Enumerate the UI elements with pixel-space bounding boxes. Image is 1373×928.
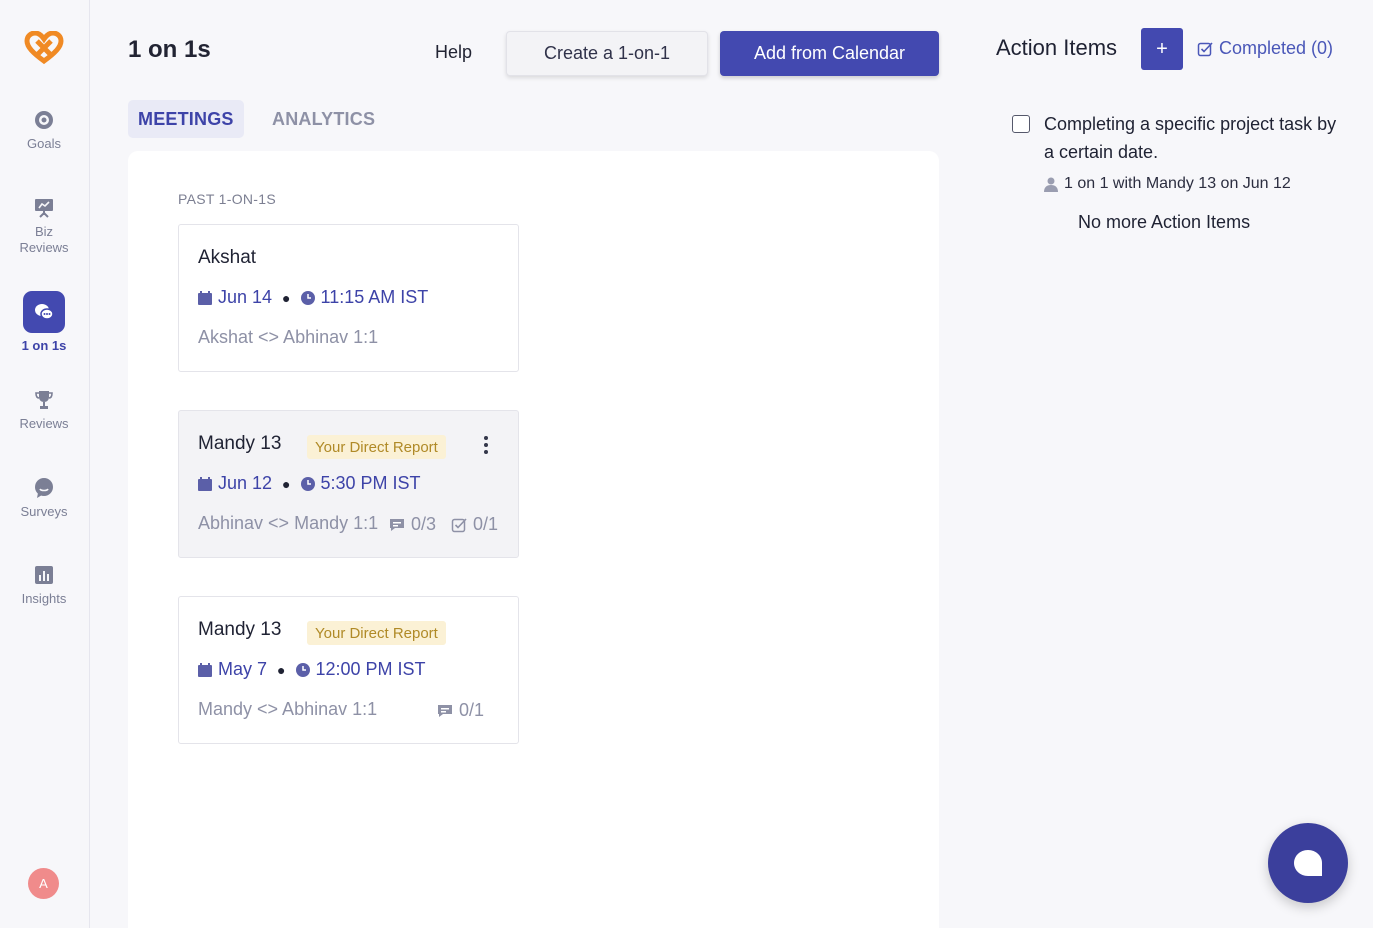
meeting-description: Abhinav <> Mandy 1:1 [198, 513, 379, 533]
tab-meetings[interactable]: MEETINGS [128, 100, 244, 138]
sidebar-item-insights[interactable]: Insights [0, 563, 88, 607]
meeting-date: Jun 14 [218, 287, 273, 307]
meeting-card[interactable]: Mandy 13 Your Direct Report Jun 12 ● 5:3… [178, 410, 519, 558]
action-items-count: 0/1 [451, 514, 498, 535]
sidebar-item-label: Insights [21, 591, 67, 606]
meeting-description: Mandy <> Abhinav 1:1 [198, 699, 378, 719]
clock-icon [300, 476, 315, 491]
meeting-date: Jun 12 [218, 473, 273, 493]
meeting-datetime: Jun 14 ● 11:15 AM IST [198, 287, 428, 308]
meeting-time: 12:00 PM IST [315, 659, 426, 679]
action-item-checkbox[interactable] [1012, 115, 1030, 133]
chat-bubbles-icon [35, 304, 54, 320]
talking-points-count: 0/3 [389, 514, 436, 535]
help-link[interactable]: Help [435, 42, 472, 63]
direct-report-badge: Your Direct Report [307, 621, 446, 645]
active-nav-background [23, 291, 65, 333]
meeting-description: Akshat <> Abhinav 1:1 [198, 327, 379, 347]
clock-icon [295, 662, 310, 677]
action-item-meta: 1 on 1 with Mandy 13 on Jun 12 [1043, 175, 1291, 193]
comment-icon [438, 704, 452, 717]
checkbox-checked-icon [451, 517, 467, 532]
calendar-icon [198, 662, 212, 677]
meeting-datetime: Jun 12 ● 5:30 PM IST [198, 473, 421, 494]
meeting-date: May 7 [218, 659, 268, 679]
meeting-name: Akshat [198, 247, 257, 268]
sidebar-item-reviews[interactable]: Reviews [0, 388, 88, 432]
meeting-time: 5:30 PM IST [320, 473, 421, 493]
meeting-name: Mandy 13 [198, 433, 282, 454]
separator-dot: ● [277, 661, 286, 678]
sidebar-item-1-on-1s[interactable]: 1 on 1s [0, 291, 88, 354]
separator-dot: ● [282, 289, 291, 306]
sidebar: Goals Biz Reviews 1 on 1s Reviews Survey… [0, 0, 90, 928]
support-chat-button[interactable] [1268, 823, 1348, 903]
add-from-calendar-button[interactable]: Add from Calendar [720, 31, 939, 76]
talking-points-count: 0/1 [437, 700, 484, 721]
more-options-icon[interactable] [476, 433, 496, 457]
target-icon [35, 111, 53, 129]
meetings-panel: PAST 1-ON-1S Akshat Jun 14 ● 11:15 AM IS… [128, 151, 939, 928]
completed-action-items-link[interactable]: Completed (0) [1197, 38, 1333, 59]
separator-dot: ● [282, 475, 291, 492]
clock-icon [300, 290, 315, 305]
create-one-on-one-button[interactable]: Create a 1-on-1 [506, 31, 708, 76]
survey-bubble-icon [35, 478, 53, 498]
app-logo-icon[interactable] [23, 30, 65, 67]
sidebar-item-label: Surveys [20, 504, 68, 519]
meeting-card[interactable]: Mandy 13 Your Direct Report May 7 ● 12:0… [178, 596, 519, 744]
sidebar-item-surveys[interactable]: Surveys [0, 476, 88, 520]
chat-bubble-icon [1294, 850, 1322, 876]
action-item-text: Completing a specific project task by a … [1044, 114, 1337, 162]
meeting-name: Mandy 13 [198, 619, 282, 640]
calendar-icon [198, 476, 212, 491]
sidebar-item-label: Reviews [19, 416, 69, 431]
direct-report-badge: Your Direct Report [307, 435, 446, 459]
person-icon [1044, 177, 1058, 192]
meeting-card[interactable]: Akshat Jun 14 ● 11:15 AM IST Akshat <> A… [178, 224, 519, 372]
section-label: PAST 1-ON-1S [178, 191, 276, 207]
meeting-datetime: May 7 ● 12:00 PM IST [198, 659, 426, 680]
calendar-icon [198, 290, 212, 305]
page-title: 1 on 1s [128, 36, 211, 63]
sidebar-item-label: Biz Reviews [19, 224, 69, 255]
trophy-icon [35, 391, 53, 409]
presentation-icon [35, 199, 53, 218]
tab-analytics[interactable]: ANALYTICS [262, 100, 385, 138]
user-avatar[interactable]: A [28, 868, 59, 899]
sidebar-item-biz-reviews[interactable]: Biz Reviews [0, 196, 88, 256]
meeting-time: 11:15 AM IST [320, 287, 429, 307]
no-more-action-items: No more Action Items [1078, 212, 1251, 232]
sidebar-item-goals[interactable]: Goals [0, 108, 88, 152]
action-items-title: Action Items [996, 35, 1118, 60]
bar-chart-icon [35, 566, 53, 584]
sidebar-item-label: 1 on 1s [21, 338, 67, 353]
sidebar-item-label: Goals [27, 136, 61, 151]
checkbox-checked-icon [1197, 41, 1213, 56]
comment-icon [390, 518, 404, 531]
add-action-item-button[interactable]: + [1141, 28, 1183, 70]
